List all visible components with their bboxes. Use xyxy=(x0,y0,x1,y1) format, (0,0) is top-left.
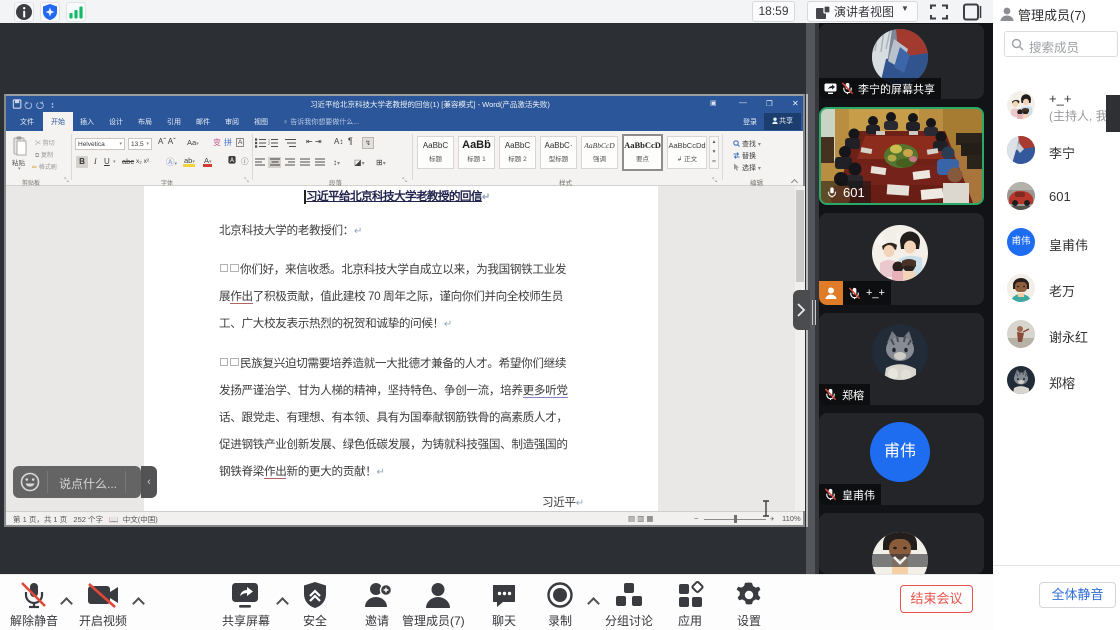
svg-text:2: 2 xyxy=(268,142,270,146)
